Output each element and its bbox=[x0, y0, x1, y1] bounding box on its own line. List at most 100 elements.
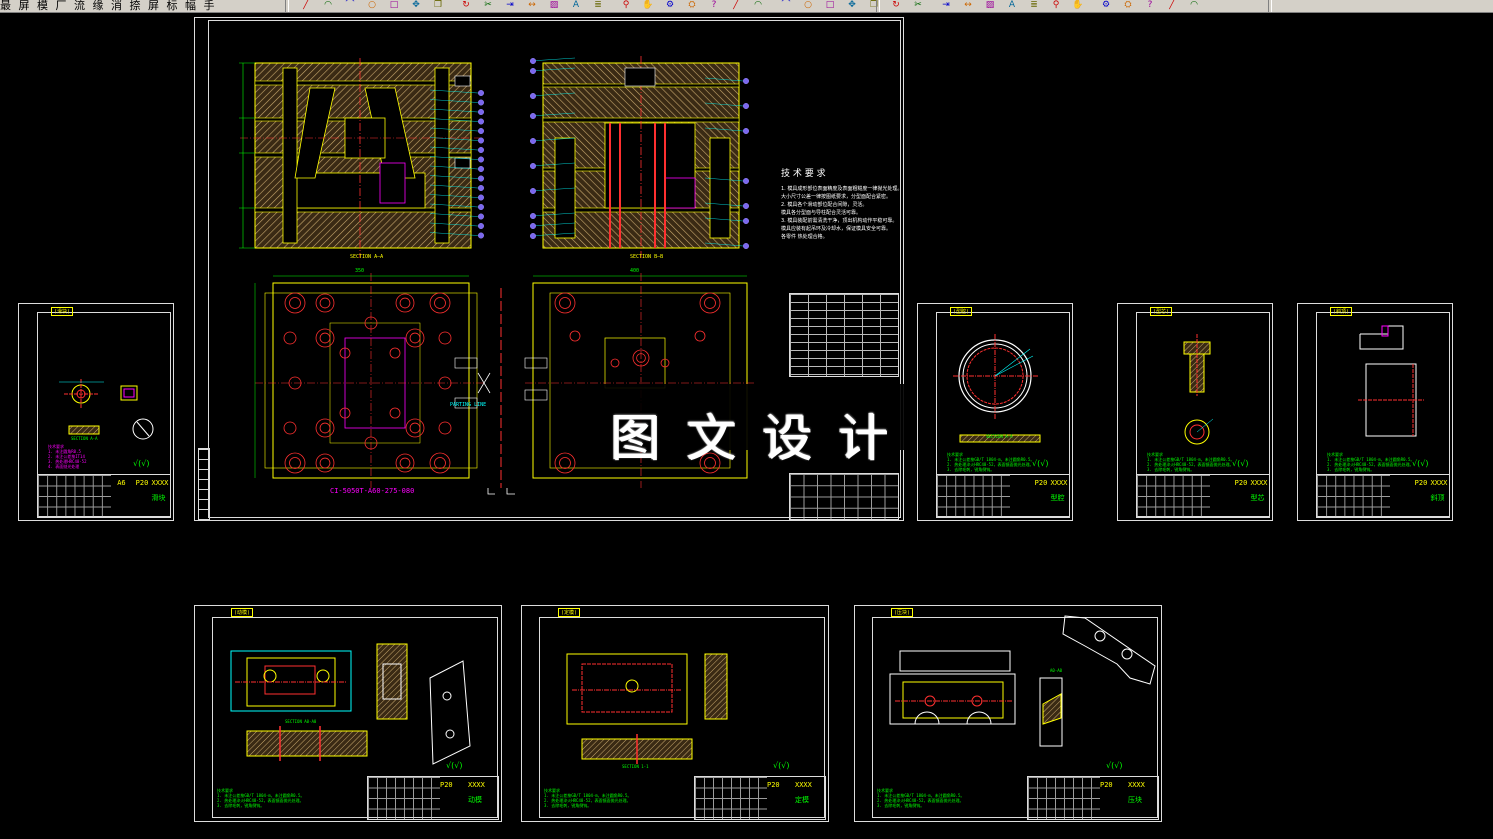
bolt-hole-inner bbox=[559, 297, 571, 309]
hatch-icon[interactable]: ▨ bbox=[548, 0, 560, 11]
bolt-hole-inner bbox=[319, 297, 331, 309]
dim-width-plan: 400 bbox=[630, 268, 640, 274]
part-balloon bbox=[478, 203, 485, 210]
rectangle-icon[interactable]: □ bbox=[388, 0, 400, 11]
bill-of-materials bbox=[789, 293, 899, 377]
title-block-grid bbox=[695, 777, 767, 819]
dimension-icon[interactable]: ↔ bbox=[962, 0, 974, 11]
properties-icon[interactable]: ⚙ bbox=[1100, 0, 1112, 11]
part-balloon bbox=[530, 137, 537, 144]
bolt-hole bbox=[405, 418, 425, 438]
bolt-hole bbox=[438, 331, 452, 345]
settings-icon[interactable]: ⛭ bbox=[686, 0, 698, 11]
trim-icon[interactable]: ✂ bbox=[482, 0, 494, 11]
bolt-hole bbox=[405, 328, 425, 348]
toolbar-menu-text[interactable]: 最 屏 模 厂 流 缘 消 捺 屏 标 幅 手 bbox=[0, 0, 216, 12]
part-balloon bbox=[478, 89, 485, 96]
tech-line: 大小尺寸公差一律按图纸要求，分型面配合紧密。 bbox=[781, 194, 892, 200]
detail-sheet-sheet7: (压块) A0-A0 技术要求 1. 未注公差按GB/T 1804-m，未注圆角R0.… bbox=[854, 605, 1162, 822]
line-icon[interactable]: ╱ bbox=[1166, 0, 1178, 11]
tech-notes: 技术要求 1. 未注公差按GB/T 1804-m，未注圆角R0.5。 2. 热处理淬… bbox=[1147, 452, 1234, 472]
part-balloon bbox=[743, 102, 750, 109]
help-icon[interactable]: ? bbox=[1144, 0, 1156, 11]
title-block-grid bbox=[790, 474, 898, 519]
polyline-icon[interactable]: ⌒ bbox=[344, 0, 356, 11]
zoom-icon[interactable]: ⚲ bbox=[620, 0, 632, 11]
bolt-hole bbox=[554, 452, 576, 474]
bolt-hole bbox=[699, 292, 721, 314]
tech-note-line: 4. 表面抛光处理 bbox=[48, 464, 80, 469]
trim-icon[interactable]: ✂ bbox=[912, 0, 924, 11]
part-balloon bbox=[530, 222, 537, 229]
toolbar-separator bbox=[1268, 0, 1272, 12]
title-block-grid bbox=[1137, 475, 1210, 517]
bolt-hole bbox=[284, 292, 306, 314]
tech-line: 1. 模具成形部位表面精度及表面粗糙度一律抛光处理。 bbox=[781, 186, 903, 192]
move-icon[interactable]: ✥ bbox=[410, 0, 422, 11]
tech-note-line: 3. 去除毛刺，锐角倒钝。 bbox=[1147, 467, 1195, 472]
rectangle-icon[interactable]: □ bbox=[824, 0, 836, 11]
rotate-icon[interactable]: ↻ bbox=[460, 0, 472, 11]
tech-line: 模具各分型面与导柱配合灵活可靠。 bbox=[781, 210, 862, 216]
title-block-code: P20 bbox=[1034, 479, 1048, 487]
line-icon[interactable]: ╱ bbox=[730, 0, 742, 11]
arc-icon[interactable]: ◠ bbox=[1188, 0, 1200, 11]
drawing-canvas[interactable]: SECTION A—A SECTION B—B 350 400 PARTING … bbox=[0, 13, 1493, 839]
bolt-hole-inner bbox=[409, 422, 421, 434]
section-label: SECTION 1-1 bbox=[622, 764, 649, 769]
text-icon[interactable]: A bbox=[570, 0, 582, 11]
roughness-symbol: √(√) bbox=[1032, 459, 1049, 468]
pan-icon[interactable]: ✋ bbox=[642, 0, 654, 11]
bolt-hole-inner bbox=[434, 297, 446, 309]
dimension-icon[interactable]: ↔ bbox=[526, 0, 538, 11]
arc-icon[interactable]: ◠ bbox=[752, 0, 764, 11]
bolt-hole bbox=[429, 452, 451, 474]
title-block: P20 XXXX 滑块 A6 bbox=[37, 474, 171, 518]
circle-icon[interactable]: ○ bbox=[802, 0, 814, 11]
title-block-code: P20 bbox=[135, 479, 149, 487]
extend-icon[interactable]: ⇥ bbox=[504, 0, 516, 11]
arc-icon[interactable]: ◠ bbox=[322, 0, 334, 11]
watermark-text: 图文设计 bbox=[610, 409, 914, 467]
text-icon[interactable]: A bbox=[1006, 0, 1018, 11]
title-block-mark: XXXX bbox=[1430, 479, 1448, 487]
copy-icon[interactable]: ❐ bbox=[432, 0, 444, 11]
layer-icon[interactable]: ≣ bbox=[1028, 0, 1040, 11]
roughness-symbol: √(√) bbox=[773, 761, 790, 770]
extend-icon[interactable]: ⇥ bbox=[940, 0, 952, 11]
bolt-hole bbox=[694, 330, 706, 342]
help-icon[interactable]: ? bbox=[708, 0, 720, 11]
tech-notes: 技术要求 1. 未注公差按GB/T 1804-m，未注圆角R0.5。 2. 热处理淬… bbox=[217, 788, 304, 808]
zoom-icon[interactable]: ⚲ bbox=[1050, 0, 1062, 11]
roughness-symbol: √(√) bbox=[1412, 459, 1429, 468]
detail-sheet-sheet4: (斜顶) 技术要求 1. 未注公差按GB/T 1804-m，未注圆角R0.5。 2. … bbox=[1297, 303, 1453, 521]
part-balloon bbox=[478, 222, 485, 229]
tech-note-line: 3. 去除毛刺，锐角倒钝。 bbox=[877, 803, 925, 808]
bolt-hole-inner bbox=[409, 332, 421, 344]
title-block-grid bbox=[937, 475, 1010, 517]
toolbar-separator bbox=[285, 0, 289, 12]
detail-sheet-sheet6: (定模) SECTION 1-1 技术要求 1. 未注公差按GB/T 1804-m，未… bbox=[521, 605, 829, 822]
bolt-hole bbox=[283, 421, 297, 435]
title-block: P20 XXXX 定模 bbox=[694, 776, 826, 820]
part-balloon bbox=[478, 184, 485, 191]
part-balloon bbox=[530, 68, 537, 75]
title-block-title: 定模 bbox=[795, 796, 809, 804]
title-block-grid bbox=[1317, 475, 1390, 517]
line-icon[interactable]: ╱ bbox=[300, 0, 312, 11]
polyline-icon[interactable]: ⌒ bbox=[780, 0, 792, 11]
settings-icon[interactable]: ⛭ bbox=[1122, 0, 1134, 11]
tech-notes: 技术要求 1. 未注公差按GB/T 1804-m，未注圆角R0.5。 2. 热处理淬… bbox=[877, 788, 964, 808]
hatch-icon[interactable]: ▨ bbox=[984, 0, 996, 11]
move-icon[interactable]: ✥ bbox=[846, 0, 858, 11]
rotate-icon[interactable]: ↻ bbox=[890, 0, 902, 11]
title-block-grid bbox=[38, 475, 111, 517]
tech-title: 技 术 要 求 bbox=[781, 169, 826, 179]
circle-icon[interactable]: ○ bbox=[366, 0, 378, 11]
bolt-hole bbox=[315, 328, 335, 348]
layer-icon[interactable]: ≣ bbox=[592, 0, 604, 11]
pan-icon[interactable]: ✋ bbox=[1072, 0, 1084, 11]
properties-icon[interactable]: ⚙ bbox=[664, 0, 676, 11]
bolt-hole bbox=[284, 452, 306, 474]
bolt-hole-inner bbox=[319, 332, 331, 344]
